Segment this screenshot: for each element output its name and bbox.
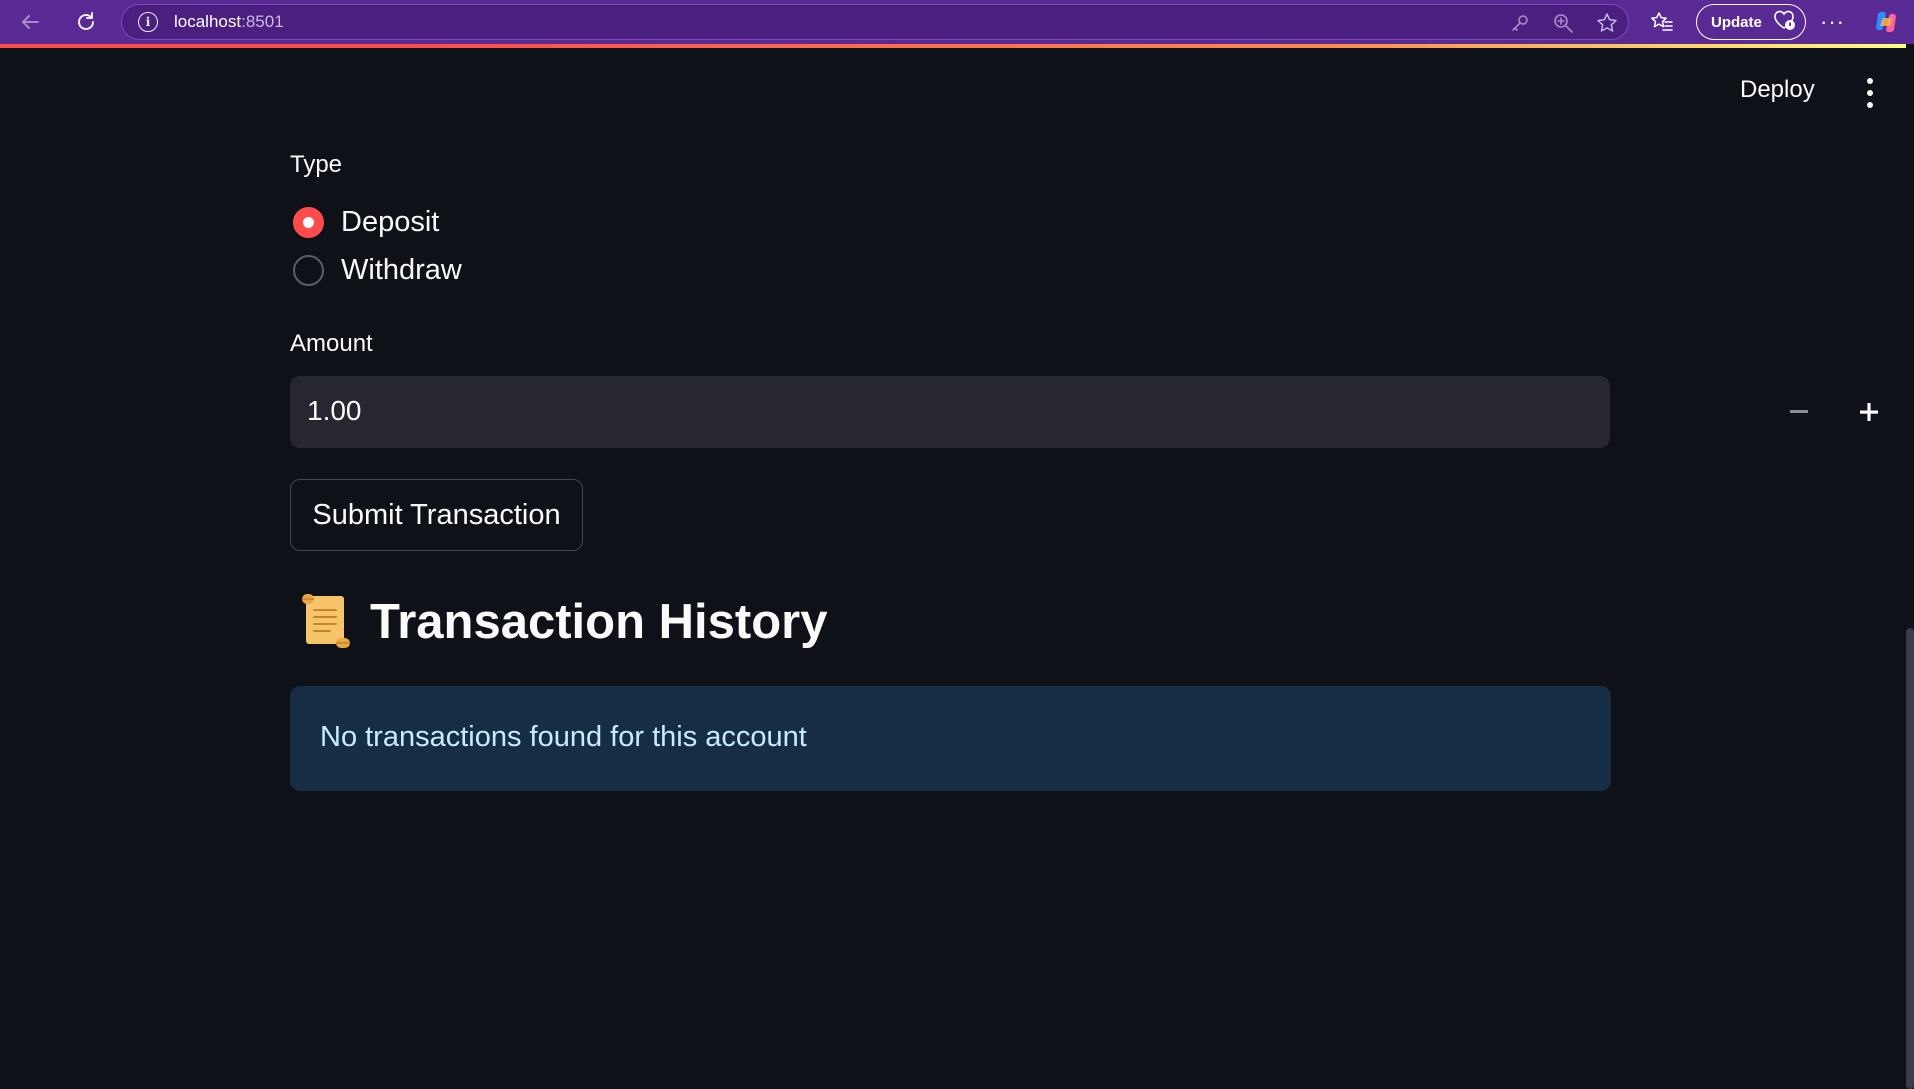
info-alert: No transactions found for this account (290, 686, 1611, 791)
radio-button-unchecked[interactable] (293, 255, 324, 286)
scroll-icon (296, 592, 354, 652)
app-decoration-bar (0, 44, 1906, 48)
back-arrow-icon[interactable] (12, 4, 48, 40)
amount-input[interactable]: 1.00 (290, 376, 1878, 448)
favorites-icon[interactable] (1650, 4, 1674, 40)
browser-toolbar: i localhost:8501 Update ··· (0, 0, 1914, 44)
amount-value[interactable]: 1.00 (307, 395, 362, 427)
empty-history-message: No transactions found for this account (320, 721, 807, 753)
radio-deposit[interactable]: Deposit (293, 206, 439, 239)
update-button[interactable]: Update (1696, 4, 1806, 40)
deploy-button[interactable]: Deploy (1740, 76, 1815, 104)
scrollbar-thumb[interactable] (1906, 628, 1914, 1089)
history-title: Transaction History (370, 595, 828, 649)
star-icon[interactable] (1596, 12, 1618, 34)
zoom-icon[interactable] (1552, 12, 1574, 34)
heart-badge-icon (1772, 9, 1796, 35)
amount-label: Amount (290, 330, 373, 357)
type-label: Type (290, 151, 343, 178)
history-heading: Transaction History (296, 592, 827, 652)
key-icon[interactable] (1510, 13, 1530, 33)
info-icon[interactable]: i (138, 12, 158, 32)
update-label: Update (1711, 13, 1762, 31)
radio-label-withdraw[interactable]: Withdraw (341, 254, 462, 287)
reload-icon[interactable] (68, 4, 104, 40)
radio-label-deposit[interactable]: Deposit (341, 206, 439, 239)
submit-transaction-button[interactable]: Submit Transaction (290, 479, 583, 551)
radio-button-checked[interactable] (293, 207, 324, 238)
url-text[interactable]: localhost:8501 (174, 12, 284, 32)
radio-withdraw[interactable]: Withdraw (293, 254, 462, 287)
more-icon[interactable]: ··· (1820, 4, 1845, 40)
increment-button[interactable] (1848, 392, 1890, 432)
kebab-menu-icon[interactable] (1860, 78, 1880, 108)
decrement-button[interactable] (1778, 392, 1820, 432)
copilot-icon[interactable] (1872, 4, 1900, 40)
address-bar[interactable]: i localhost:8501 (121, 4, 1629, 40)
